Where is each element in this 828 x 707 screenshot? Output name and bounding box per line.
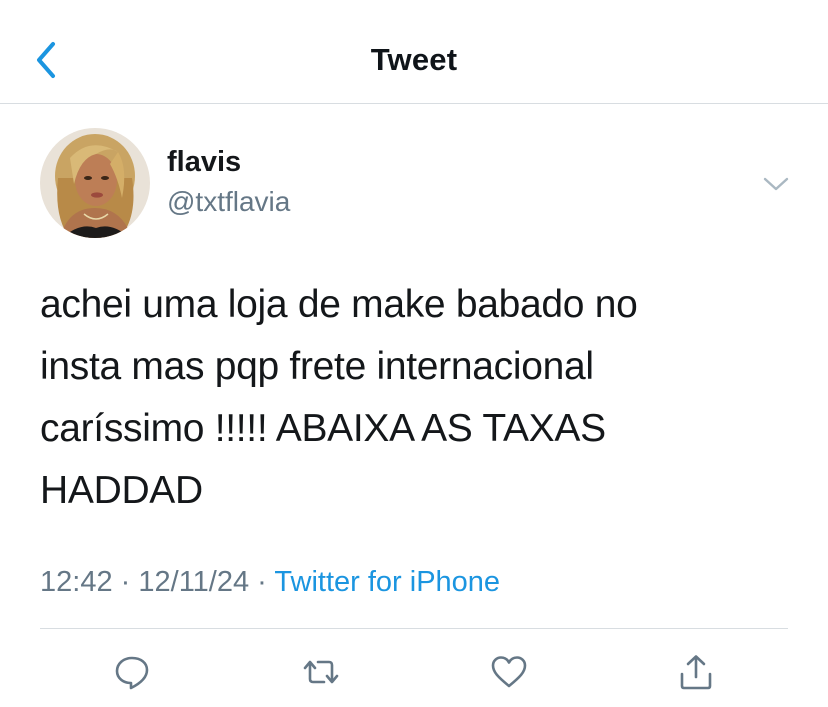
tweet-text-line: caríssimo !!!!! ABAIXA AS TAXAS bbox=[40, 407, 606, 450]
heart-icon bbox=[491, 656, 527, 688]
author-display-name[interactable]: flavis bbox=[167, 146, 241, 179]
more-options-button[interactable] bbox=[756, 166, 796, 202]
retweet-button[interactable] bbox=[299, 650, 343, 694]
tweet-meta: 12:42 · 12/11/24 · Twitter for iPhone bbox=[40, 566, 500, 599]
tweet-source-link[interactable]: Twitter for iPhone bbox=[274, 566, 500, 598]
tweet-text-line: insta mas pqp frete internacional bbox=[40, 345, 594, 388]
tweet-date: 12/11/24 bbox=[138, 566, 250, 598]
tweet-time: 12:42 bbox=[40, 566, 113, 598]
share-button[interactable] bbox=[674, 650, 718, 694]
tweet-text-line: achei uma loja de make babado no bbox=[40, 283, 638, 326]
tweet-text-line: HADDAD bbox=[40, 469, 203, 512]
share-icon bbox=[680, 655, 712, 690]
chevron-down-icon bbox=[763, 177, 789, 191]
like-button[interactable] bbox=[487, 650, 531, 694]
navigation-bar: Tweet bbox=[0, 0, 828, 104]
meta-separator: · bbox=[120, 566, 131, 598]
retweet-icon bbox=[303, 660, 339, 684]
author-handle[interactable]: @txtflavia bbox=[167, 186, 290, 218]
meta-separator: · bbox=[257, 566, 267, 598]
reply-icon bbox=[115, 656, 149, 690]
profile-photo bbox=[40, 128, 150, 238]
avatar[interactable] bbox=[40, 128, 150, 238]
tweet-text: achei uma loja de make babado no insta ma… bbox=[40, 274, 800, 522]
page-title: Tweet bbox=[370, 42, 458, 77]
divider bbox=[40, 628, 788, 629]
reply-button[interactable] bbox=[110, 650, 154, 694]
